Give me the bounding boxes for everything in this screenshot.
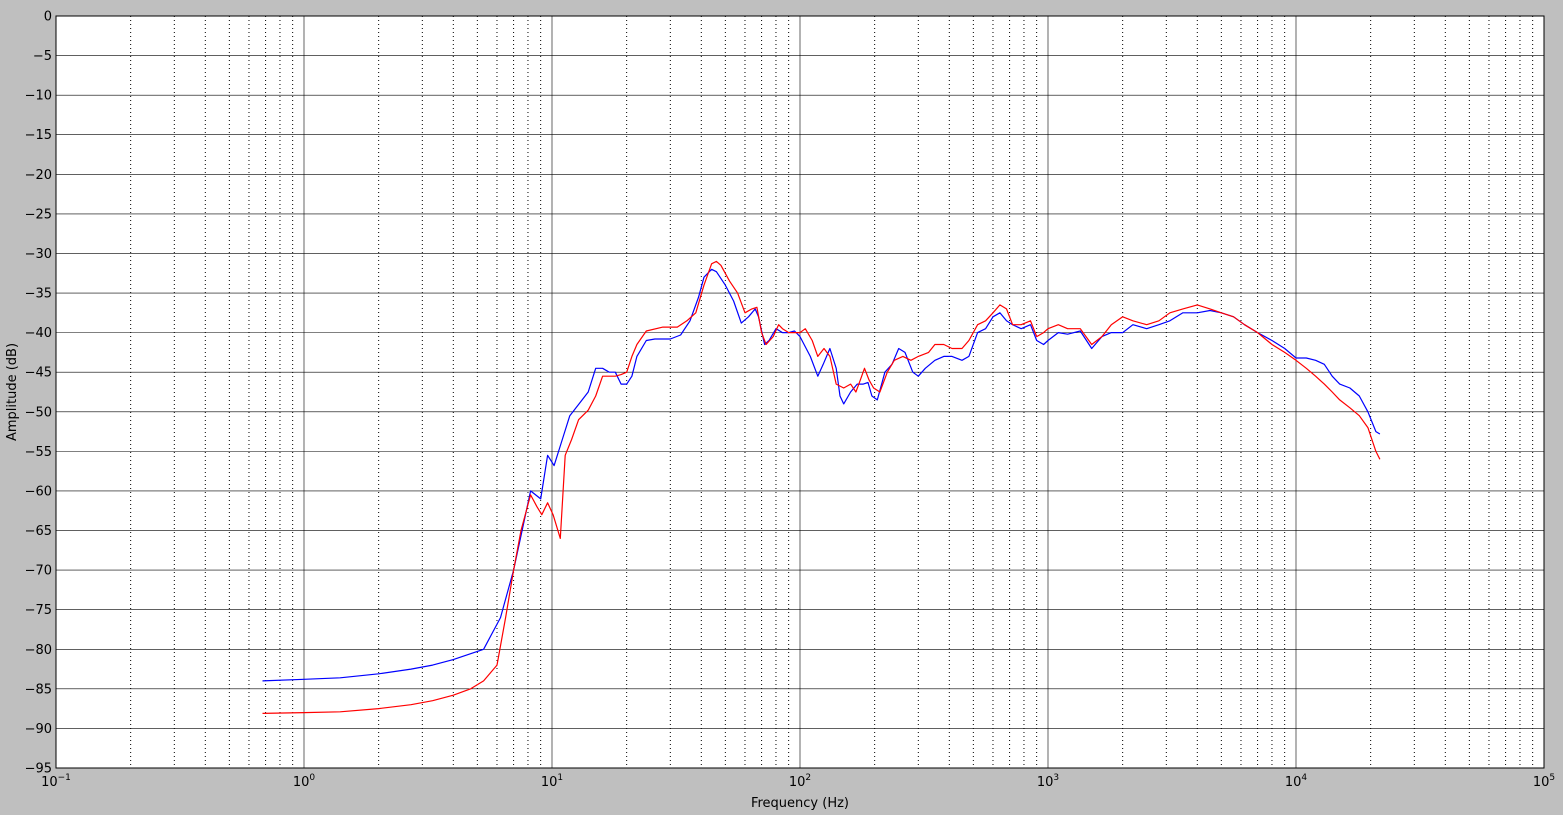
y-tick-label: −35 (25, 287, 52, 302)
y-axis-label: Amplitude (dB) (5, 343, 20, 441)
y-tick-label: −20 (25, 168, 52, 183)
x-tick-label: 102 (789, 773, 811, 790)
x-tick-label: 101 (541, 773, 563, 790)
y-tick-label: −40 (25, 326, 52, 341)
x-tick-label: 105 (1533, 773, 1555, 790)
y-tick-label: 0 (44, 10, 52, 25)
x-tick-label: 100 (293, 773, 316, 790)
y-tick-label: −25 (25, 207, 52, 222)
x-tick-label: 104 (1285, 773, 1308, 790)
y-tick-label: −55 (25, 445, 52, 460)
y-tick-label: −75 (25, 603, 52, 618)
y-tick-label: −10 (25, 89, 52, 104)
y-tick-label: −60 (25, 484, 52, 499)
x-tick-label: 103 (1037, 773, 1059, 790)
y-tick-label: −30 (25, 247, 52, 262)
y-tick-label: −65 (25, 524, 52, 539)
x-axis-label: Frequency (Hz) (751, 796, 849, 811)
x-tick-label: 10−1 (41, 773, 71, 790)
frequency-response-chart: 0 −5 −10 −15 −20 −25 −30 −35 −40 −45 −50 −55 −60 −65 −… (5, 10, 1555, 812)
y-tick-labels: 0 −5 −10 −15 −20 −25 −30 −35 −40 −45 −50 −55 −60 −65 −… (25, 10, 52, 777)
y-tick-label: −50 (25, 405, 52, 420)
y-tick-label: −5 (33, 49, 52, 64)
y-tick-label: −90 (25, 722, 52, 737)
y-tick-label: −45 (25, 366, 52, 381)
y-tick-label: −70 (25, 564, 52, 579)
y-tick-label: −85 (25, 682, 52, 697)
x-tick-labels: 10−1 100 101 102 103 104 105 (41, 773, 1555, 790)
y-tick-label: −15 (25, 128, 52, 143)
y-tick-label: −80 (25, 643, 52, 658)
